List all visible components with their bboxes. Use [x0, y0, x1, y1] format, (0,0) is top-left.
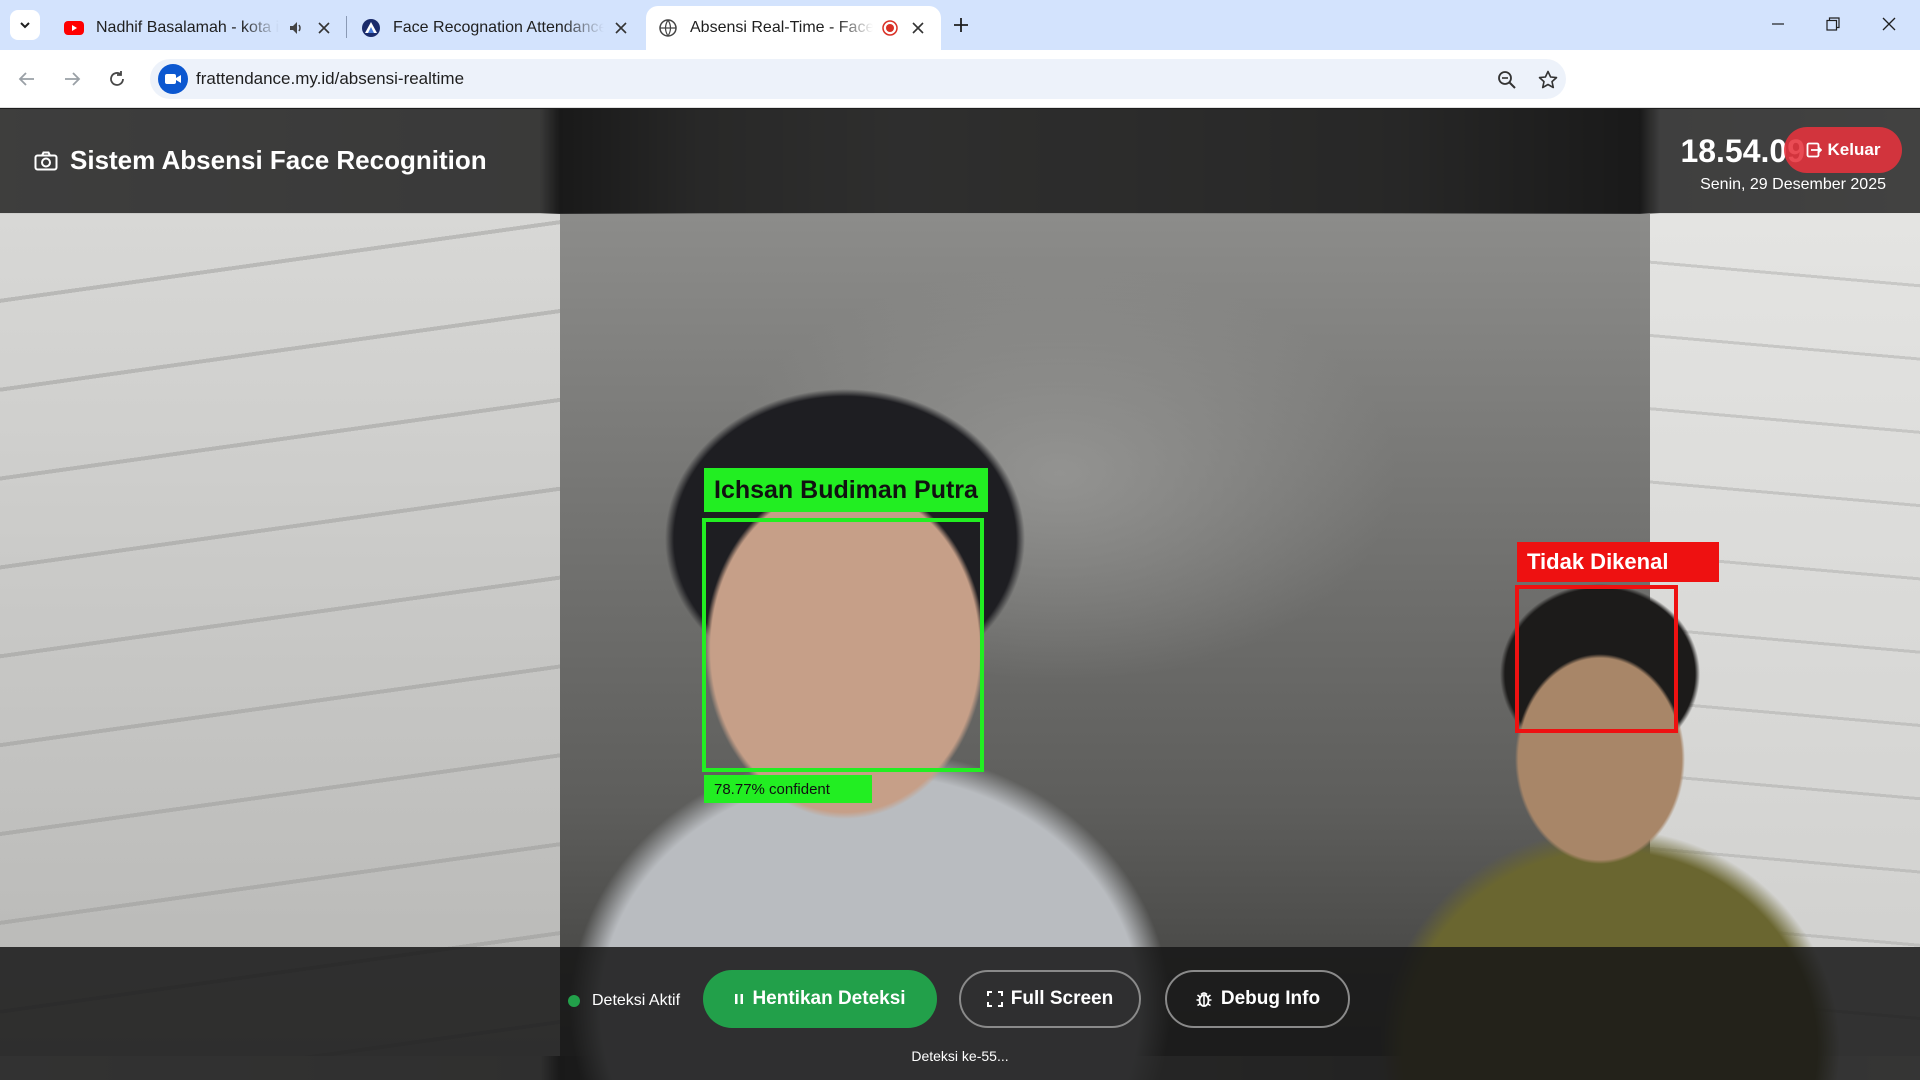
tab-search-button[interactable] — [10, 10, 40, 40]
speaker-icon[interactable] — [285, 17, 307, 39]
camera-left-wall — [0, 214, 560, 1056]
url-text[interactable]: frattendance.my.id/absensi-realtime — [196, 69, 464, 89]
address-bar[interactable]: frattendance.my.id/absensi-realtime — [150, 59, 1566, 99]
back-arrow-icon — [18, 72, 34, 86]
youtube-icon — [64, 18, 84, 38]
stop-detection-button[interactable]: Hentikan Deteksi — [703, 970, 937, 1028]
close-icon[interactable] — [313, 17, 335, 39]
zoom-icon[interactable] — [1494, 67, 1520, 93]
clock-date: Senin, 29 Desember 2025 — [1700, 176, 1886, 193]
logout-icon — [1806, 142, 1822, 158]
logout-label: Keluar — [1827, 140, 1881, 159]
detection-count-text: Deteksi ke-55... — [911, 1048, 1009, 1064]
tab-title: Face Recognation Attendance | — [393, 19, 604, 36]
tab-strip: Nadhif Basalamah - kota ini Face Recogna… — [0, 0, 1920, 50]
tab-separator — [346, 16, 347, 38]
face-name-label: Ichsan Budiman Putra — [704, 468, 988, 512]
reload-icon — [110, 71, 124, 86]
close-icon[interactable] — [610, 17, 632, 39]
fullscreen-label: Full Screen — [1010, 988, 1114, 1009]
fullscreen-icon — [986, 991, 1003, 1007]
browser-window: Nadhif Basalamah - kota ini Face Recogna… — [0, 0, 1920, 1080]
browser-toolbar: frattendance.my.id/absensi-realtime I — [0, 50, 1920, 142]
detection-status: Deteksi Aktif — [568, 992, 680, 1010]
restore-button[interactable] — [1810, 6, 1856, 42]
forward-arrow-icon — [65, 72, 81, 86]
status-dot-icon — [568, 995, 580, 1007]
tab-attendance[interactable]: Face Recognation Attendance | — [349, 6, 644, 50]
globe-icon — [658, 18, 678, 38]
tab-title: Nadhif Basalamah - kota ini — [96, 19, 279, 36]
chevron-down-icon — [20, 22, 30, 29]
minimize-icon — [1772, 23, 1784, 25]
page-title: Sistem Absensi Face Recognition — [34, 145, 487, 176]
site-logo-icon — [361, 18, 381, 38]
tab-title: Absensi Real-Time - Face Recognition — [690, 19, 873, 36]
debug-info-label: Debug Info — [1220, 988, 1321, 1009]
detection-control-bar: Deteksi Aktif Hentikan Deteksi Full Scre… — [0, 947, 1920, 1080]
pause-icon — [735, 994, 744, 1004]
close-icon — [1882, 17, 1896, 31]
fullscreen-button[interactable]: Full Screen — [959, 970, 1141, 1028]
page-title-text: Sistem Absensi Face Recognition — [70, 145, 487, 175]
forward-button[interactable] — [55, 62, 89, 96]
screen-share-icon[interactable] — [158, 64, 188, 94]
bug-icon — [1196, 992, 1212, 1007]
face-bounding-box — [1515, 585, 1678, 733]
recording-icon — [879, 17, 901, 39]
plus-icon — [954, 18, 968, 32]
detection-status-label: Deteksi Aktif — [592, 992, 681, 1009]
logout-button[interactable]: Keluar — [1784, 127, 1902, 173]
face-bounding-box — [702, 518, 984, 772]
close-icon[interactable] — [907, 17, 929, 39]
bookmark-star-icon[interactable] — [1535, 67, 1561, 93]
app-header: Sistem Absensi Face Recognition 18.54.09… — [0, 109, 1920, 213]
stop-detection-label: Hentikan Deteksi — [752, 988, 906, 1009]
tab-absensi-realtime[interactable]: Absensi Real-Time - Face Recognition — [646, 6, 941, 50]
reload-button[interactable] — [100, 62, 134, 96]
camera-icon — [34, 148, 60, 174]
minimize-button[interactable] — [1755, 6, 1801, 42]
close-window-button[interactable] — [1866, 6, 1912, 42]
face-confidence-label: 78.77% confident — [704, 775, 872, 803]
tab-youtube[interactable]: Nadhif Basalamah - kota ini — [52, 6, 347, 50]
debug-info-button[interactable]: Debug Info — [1165, 970, 1350, 1028]
page-viewport: Ichsan Budiman Putra 78.77% confident Ti… — [0, 109, 1920, 1080]
new-tab-button[interactable] — [946, 10, 976, 40]
face-name-label: Tidak Dikenal — [1517, 542, 1719, 582]
back-button[interactable] — [10, 62, 44, 96]
restore-icon — [1826, 17, 1840, 31]
